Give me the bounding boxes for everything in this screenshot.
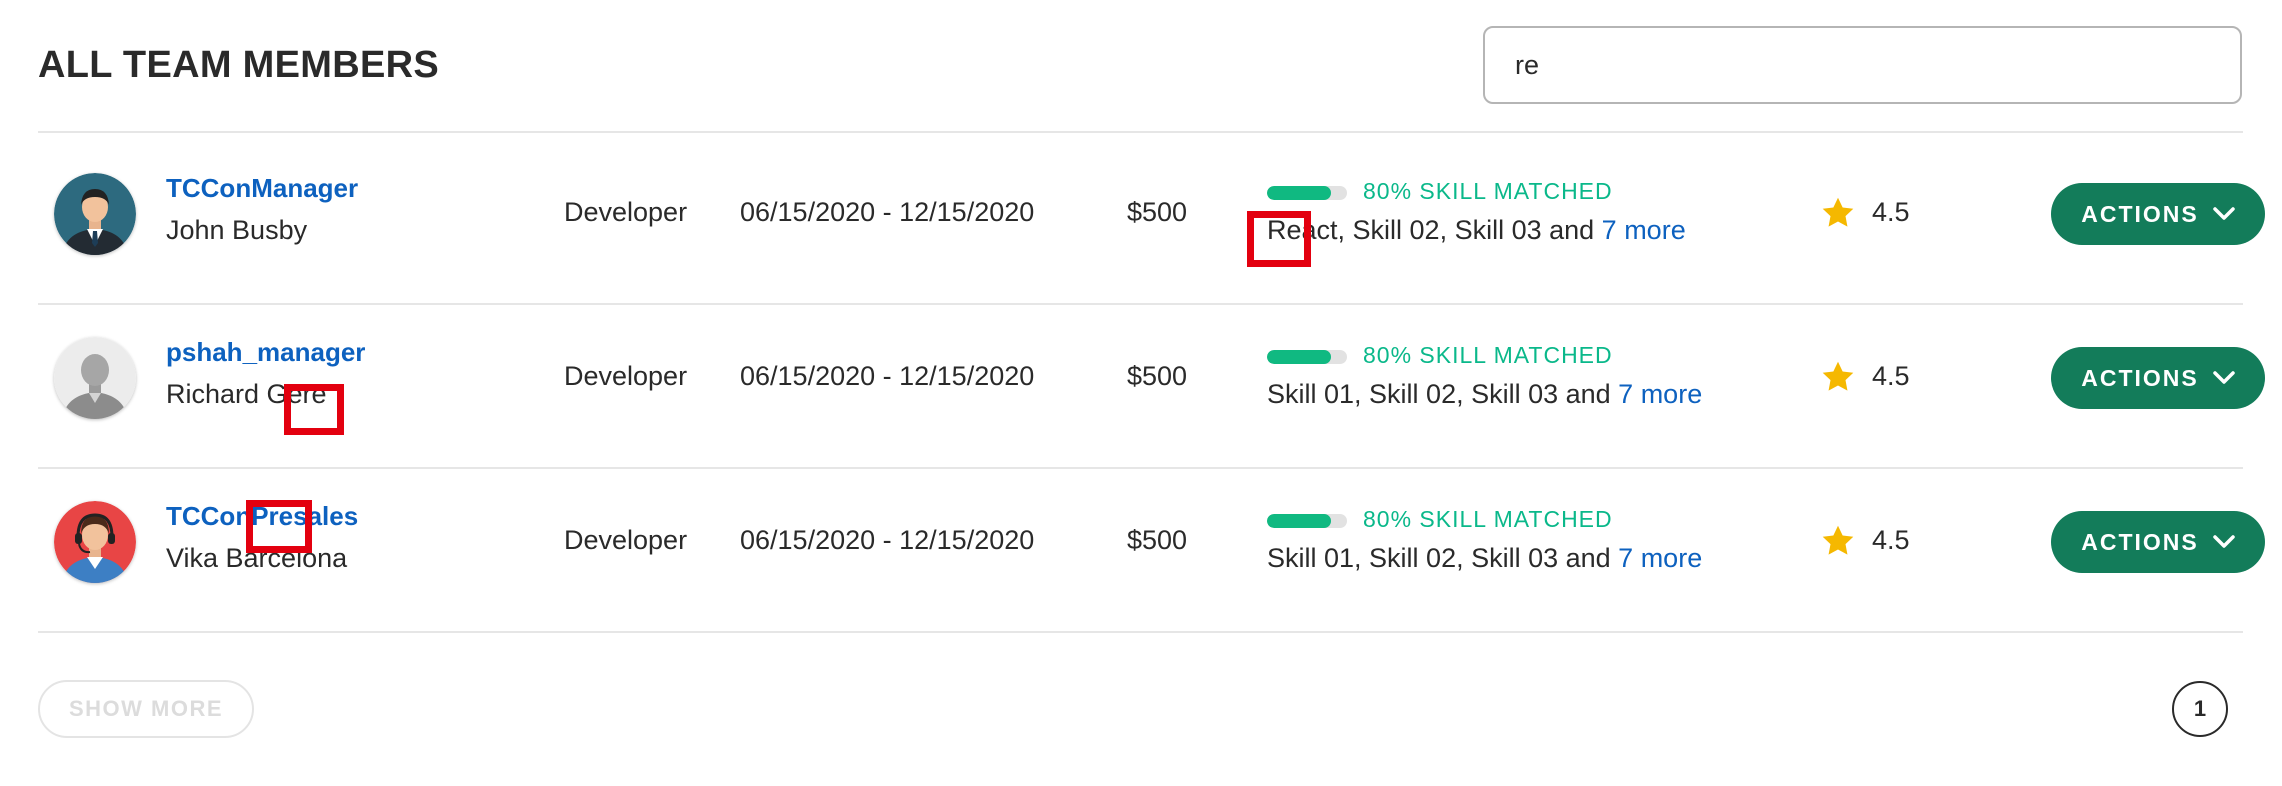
more-skills-link[interactable]: 7 more	[1618, 379, 1702, 409]
actions-button-label: ACTIONS	[2081, 364, 2199, 391]
member-rate: $500	[1127, 525, 1188, 555]
member-handle-link[interactable]: pshah_manager	[166, 337, 365, 368]
member-dates: 06/15/2020 - 12/15/2020	[740, 525, 1035, 555]
member-row: TCConPresales Vika Barcelona Developer 0…	[38, 461, 2265, 623]
more-skills-link[interactable]: 7 more	[1618, 543, 1702, 573]
man-in-suit-avatar-icon	[54, 173, 136, 255]
headset-operator-avatar-icon	[54, 501, 136, 583]
page-title: ALL TEAM MEMBERS	[38, 44, 439, 86]
member-rating: 4.5	[1872, 361, 1910, 391]
member-rating: 4.5	[1872, 525, 1910, 555]
skill-match-progress-fill	[1267, 514, 1331, 528]
member-handle-link[interactable]: TCConManager	[166, 173, 358, 204]
skill-list: Skill 01, Skill 02, Skill 03 and 7 more	[1267, 379, 1702, 410]
search-match-highlight	[1247, 211, 1311, 267]
chevron-down-icon	[2213, 535, 2235, 548]
show-more-button[interactable]: SHOW MORE	[38, 680, 254, 738]
skill-list-text: Skill 01, Skill 02, Skill 03 and	[1267, 543, 1619, 573]
member-role: Developer	[564, 361, 688, 391]
skill-match-label: 80% SKILL MATCHED	[1363, 178, 1613, 204]
search-match-highlight	[246, 500, 312, 553]
member-dates: 06/15/2020 - 12/15/2020	[740, 361, 1035, 391]
skill-list: Skill 01, Skill 02, Skill 03 and 7 more	[1267, 543, 1702, 574]
skill-match-progress-fill	[1267, 186, 1331, 200]
default-person-avatar-icon	[54, 337, 136, 419]
skill-list: React, Skill 02, Skill 03 and 7 more	[1267, 215, 1686, 246]
actions-dropdown-button[interactable]: ACTIONS	[2051, 347, 2265, 409]
member-rating: 4.5	[1872, 197, 1910, 227]
skill-match-progress-bar	[1267, 186, 1347, 200]
member-rate: $500	[1127, 197, 1188, 227]
member-role: Developer	[564, 197, 688, 227]
skill-match-label: 80% SKILL MATCHED	[1363, 506, 1613, 532]
member-row: pshah_manager Richard Gere Developer 06/…	[38, 297, 2265, 459]
skill-list-text: React, Skill 02, Skill 03 and	[1267, 215, 1602, 245]
search-input[interactable]	[1483, 26, 2242, 104]
member-dates: 06/15/2020 - 12/15/2020	[740, 197, 1035, 227]
skill-match-progress-bar	[1267, 350, 1347, 364]
skill-match-progress-fill	[1267, 350, 1331, 364]
actions-button-label: ACTIONS	[2081, 200, 2199, 227]
list-bottom-divider	[38, 631, 2243, 633]
skill-match-progress-bar	[1267, 514, 1347, 528]
actions-dropdown-button[interactable]: ACTIONS	[2051, 511, 2265, 573]
search-match-highlight	[284, 384, 344, 435]
skill-list-text: Skill 01, Skill 02, Skill 03 and	[1267, 379, 1619, 409]
member-rate: $500	[1127, 361, 1188, 391]
actions-dropdown-button[interactable]: ACTIONS	[2051, 183, 2265, 245]
star-icon	[1822, 361, 1854, 391]
chevron-down-icon	[2213, 207, 2235, 220]
more-skills-link[interactable]: 7 more	[1602, 215, 1686, 245]
member-name: John Busby	[166, 215, 308, 245]
actions-button-label: ACTIONS	[2081, 528, 2199, 555]
star-icon	[1822, 197, 1854, 227]
chevron-down-icon	[2213, 371, 2235, 384]
member-row: TCConManager John Busby Developer 06/15/…	[38, 133, 2265, 295]
skill-match-label: 80% SKILL MATCHED	[1363, 342, 1613, 368]
star-icon	[1822, 525, 1854, 555]
member-role: Developer	[564, 525, 688, 555]
pagination-page-1[interactable]: 1	[2172, 681, 2228, 737]
